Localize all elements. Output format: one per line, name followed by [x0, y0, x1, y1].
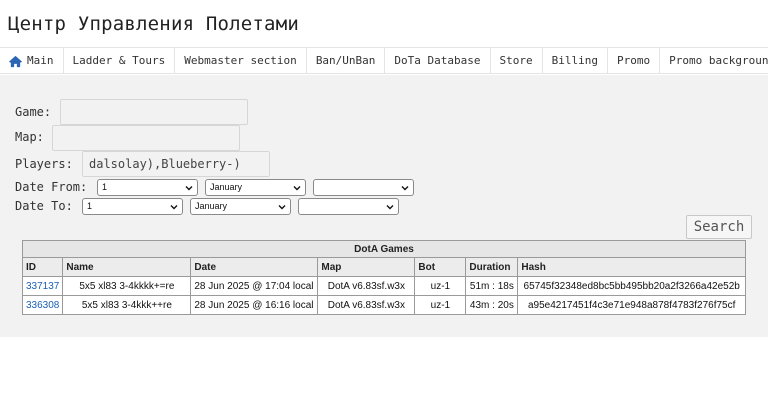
table-row: 336308 5x5 xl83 3-4kkk++re 28 Jun 2025 @…	[21, 295, 746, 315]
date-to-day-select[interactable]: 1	[82, 198, 183, 215]
column-header-date: Date	[190, 257, 319, 277]
date-from-month-select[interactable]: January	[205, 179, 306, 196]
game-name: 5x5 xl83 3-4kkk++re	[62, 295, 192, 315]
select-value: 1	[102, 182, 108, 192]
date-to-month-select[interactable]: January	[190, 198, 291, 215]
select-value: January	[210, 182, 243, 192]
chevron-down-icon	[185, 186, 193, 191]
game-id-link[interactable]: 337137	[26, 281, 59, 292]
game-duration: 43m : 20s	[465, 295, 519, 315]
chevron-down-icon	[401, 186, 409, 191]
nav-item-store[interactable]: Store	[491, 48, 543, 74]
nav-item-promo[interactable]: Promo	[608, 48, 661, 74]
chevron-down-icon	[386, 205, 394, 210]
game-duration: 51m : 18s	[465, 276, 519, 296]
main-nav: Main Ladder & Tours Webmaster section Ba…	[0, 47, 768, 74]
column-header-map: Map	[317, 257, 416, 277]
game-hash: a95e4217451f4c3e71e948a878f4783f276f75cf	[517, 295, 746, 315]
nav-item-ban-unban[interactable]: Ban/UnBan	[307, 48, 386, 74]
game-date: 28 Jun 2025 @ 16:16 local	[190, 295, 319, 315]
nav-item-label: Main	[27, 54, 54, 67]
game-label: Game:	[15, 105, 52, 119]
table-row: 337137 5x5 xl83 3-4kkkk+=re 28 Jun 2025 …	[21, 276, 746, 296]
column-header-hash: Hash	[517, 257, 746, 277]
column-header-duration: Duration	[465, 257, 519, 277]
game-map: DotA v6.83sf.w3x	[317, 276, 416, 296]
game-map: DotA v6.83sf.w3x	[317, 295, 416, 315]
chevron-down-icon	[278, 205, 286, 210]
game-name: 5x5 xl83 3-4kkkk+=re	[62, 276, 192, 296]
column-header-id: ID	[21, 257, 64, 277]
nav-item-billing[interactable]: Billing	[543, 48, 608, 74]
date-from-day-select[interactable]: 1	[97, 179, 198, 196]
date-to-label: Date To:	[15, 199, 73, 213]
table-header-row: ID Name Date Map Bot Duration Hash	[21, 257, 746, 277]
column-header-bot: Bot	[414, 257, 467, 277]
game-bot: uz-1	[414, 276, 467, 296]
nav-item-promo-background[interactable]: Promo background	[660, 48, 768, 74]
column-header-name: Name	[62, 257, 192, 277]
game-bot: uz-1	[414, 295, 467, 315]
map-label: Map:	[15, 130, 44, 144]
map-input[interactable]	[52, 125, 240, 151]
players-input[interactable]	[82, 151, 270, 177]
nav-item-dota-database[interactable]: DoTa Database	[385, 48, 491, 74]
game-date: 28 Jun 2025 @ 17:04 local	[190, 276, 319, 296]
players-label: Players:	[15, 157, 73, 171]
game-hash: 65745f32348ed8bc5bb495bb20a2f3266a42e52b	[517, 276, 746, 296]
chevron-down-icon	[170, 205, 178, 210]
table-caption: DotA Games	[22, 240, 746, 258]
home-icon	[9, 55, 22, 67]
search-panel: Game: Map: Players: Date From: 1 January…	[0, 75, 768, 337]
chevron-down-icon	[293, 186, 301, 191]
select-value: January	[195, 201, 228, 211]
date-from-year-select[interactable]	[313, 179, 414, 196]
date-to-year-select[interactable]	[298, 198, 399, 215]
nav-item-webmaster-section[interactable]: Webmaster section	[175, 48, 307, 74]
game-input[interactable]	[60, 99, 248, 125]
select-value: 1	[87, 201, 93, 211]
date-from-label: Date From:	[15, 180, 88, 194]
nav-item-main[interactable]: Main	[0, 48, 64, 74]
game-id-link[interactable]: 336308	[26, 300, 59, 311]
nav-item-ladder-tours[interactable]: Ladder & Tours	[64, 48, 176, 74]
site-title: Центр Управления Полетами	[8, 13, 299, 35]
games-table: DotA Games ID Name Date Map Bot Duration…	[21, 240, 746, 315]
site-header: Центр Управления Полетами	[0, 0, 768, 47]
table-caption-row: DotA Games	[22, 240, 746, 258]
search-button[interactable]: Search	[686, 215, 752, 239]
